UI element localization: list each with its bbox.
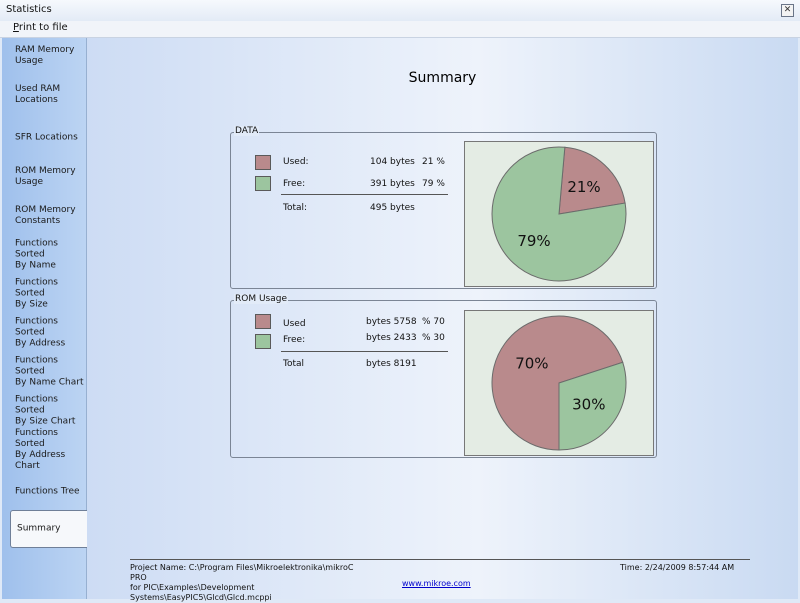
timestamp: Time: 2/24/2009 8:57:44 AM bbox=[620, 563, 735, 572]
sidebar-item-rom-memory-constants[interactable]: ROM Memory Constants bbox=[2, 198, 86, 234]
menu-bar: Print to file bbox=[0, 21, 800, 38]
used-legend-swatch bbox=[255, 314, 271, 329]
sidebar-item-functions-tree[interactable]: Functions Tree bbox=[2, 474, 86, 510]
sidebar-item-label: ROM Memory Constants bbox=[15, 205, 76, 226]
data-used-percent: 21 % bbox=[422, 157, 445, 167]
sidebar: RAM Memory Usage Used RAM Locations SFR … bbox=[2, 38, 89, 599]
sidebar-item-functions-by-name[interactable]: Functions Sorted By Name bbox=[2, 237, 86, 273]
sidebar-item-label: RAM Memory Usage bbox=[15, 45, 75, 66]
sidebar-item-label: SFR Locations bbox=[15, 132, 78, 143]
data-total-value: 495 bytes bbox=[370, 203, 415, 213]
data-free-label: Free: bbox=[283, 179, 306, 189]
free-legend-swatch bbox=[255, 334, 271, 349]
rom-total-separator bbox=[281, 351, 448, 352]
print-to-file-label: rint to file bbox=[18, 22, 68, 33]
sidebar-item-summary[interactable]: Summary bbox=[10, 510, 89, 548]
sidebar-item-sfr-locations[interactable]: SFR Locations bbox=[2, 120, 86, 156]
sidebar-item-functions-by-name-chart[interactable]: Functions Sorted By Name Chart bbox=[2, 354, 86, 390]
rom-group: ROM Usage Used bytes 5758 % 70 Free: byt… bbox=[230, 294, 657, 458]
project-name-line: Project Name: C:\Program Files\Mikroelek… bbox=[130, 563, 354, 582]
pie-label-free: 79% bbox=[517, 232, 550, 250]
summary-panel: Summary DATA Used: 104 bytes 21 % Free: … bbox=[87, 38, 798, 602]
window-title: Statistics bbox=[6, 4, 52, 15]
data-total-separator bbox=[281, 194, 448, 195]
sidebar-item-label: Functions Sorted By Address bbox=[15, 316, 66, 349]
rom-free-label: Free: bbox=[283, 335, 306, 345]
rom-free-percent: % 30 bbox=[422, 333, 445, 343]
sidebar-item-label: Functions Sorted By Address Chart bbox=[15, 428, 66, 471]
data-free-value: 391 bytes bbox=[370, 179, 415, 189]
used-legend-swatch bbox=[255, 155, 271, 170]
pie-label-free: 30% bbox=[572, 396, 605, 414]
rom-used-percent: % 70 bbox=[422, 317, 445, 327]
sidebar-item-label: Used RAM Locations bbox=[15, 84, 61, 105]
rom-group-label: ROM Usage bbox=[234, 294, 289, 304]
sidebar-item-ram-memory-usage[interactable]: RAM Memory Usage bbox=[2, 38, 86, 74]
sidebar-item-label: Functions Sorted By Name bbox=[15, 238, 58, 271]
sidebar-item-functions-by-address[interactable]: Functions Sorted By Address bbox=[2, 315, 86, 351]
rom-pie-svg: 70% 30% bbox=[465, 311, 653, 455]
data-group-label: DATA bbox=[234, 126, 260, 136]
pie-label-used: 21% bbox=[567, 178, 600, 196]
sidebar-item-label: Functions Sorted By Size Chart bbox=[15, 394, 76, 427]
website-link[interactable]: www.mikroe.com bbox=[402, 579, 471, 588]
sidebar-item-label: Summary bbox=[17, 523, 61, 534]
rom-used-value: bytes 5758 bbox=[366, 317, 417, 327]
sidebar-item-functions-by-size-chart[interactable]: Functions Sorted By Size Chart bbox=[2, 393, 86, 429]
data-total-label: Total: bbox=[283, 203, 308, 213]
sidebar-item-rom-memory-usage[interactable]: ROM Memory Usage bbox=[2, 159, 86, 195]
data-pie-svg: 21% 79% bbox=[465, 142, 653, 286]
rom-free-value: bytes 2433 bbox=[366, 333, 417, 343]
data-group: DATA Used: 104 bytes 21 % Free: 391 byte… bbox=[230, 126, 657, 289]
sidebar-item-label: Functions Sorted By Name Chart bbox=[15, 355, 84, 388]
rom-used-label: Used bbox=[283, 319, 306, 329]
rom-total-label: Total bbox=[283, 359, 305, 369]
page-title: Summary bbox=[408, 70, 477, 86]
close-button[interactable]: ✕ bbox=[781, 4, 794, 17]
free-legend-swatch bbox=[255, 176, 271, 191]
footer-separator bbox=[130, 559, 750, 560]
data-pie-chart: 21% 79% bbox=[464, 141, 654, 287]
print-to-file-menu[interactable]: Print to file bbox=[13, 22, 68, 33]
sidebar-item-used-ram-locations[interactable]: Used RAM Locations bbox=[2, 77, 86, 113]
close-icon: ✕ bbox=[783, 5, 792, 15]
sidebar-item-label: ROM Memory Usage bbox=[15, 166, 76, 187]
data-free-percent: 79 % bbox=[422, 179, 445, 189]
rom-total-value: bytes 8191 bbox=[366, 359, 417, 369]
data-used-label: Used: bbox=[283, 157, 309, 167]
project-name-line: for PIC\Examples\Development bbox=[130, 583, 255, 592]
sidebar-item-label: Functions Sorted By Size bbox=[15, 277, 58, 310]
sidebar-item-label: Functions Tree bbox=[15, 486, 80, 497]
project-name: Project Name: C:\Program Files\Mikroelek… bbox=[130, 563, 370, 603]
project-name-line: Systems\EasyPIC5\Glcd\Glcd.mcppi bbox=[130, 593, 272, 602]
sidebar-item-functions-by-address-chart[interactable]: Functions Sorted By Address Chart bbox=[2, 428, 86, 471]
sidebar-item-functions-by-size[interactable]: Functions Sorted By Size bbox=[2, 276, 86, 312]
window-titlebar: Statistics ✕ bbox=[0, 0, 800, 22]
rom-pie-chart: 70% 30% bbox=[464, 310, 654, 456]
data-used-value: 104 bytes bbox=[370, 157, 415, 167]
pie-label-used: 70% bbox=[515, 354, 548, 372]
